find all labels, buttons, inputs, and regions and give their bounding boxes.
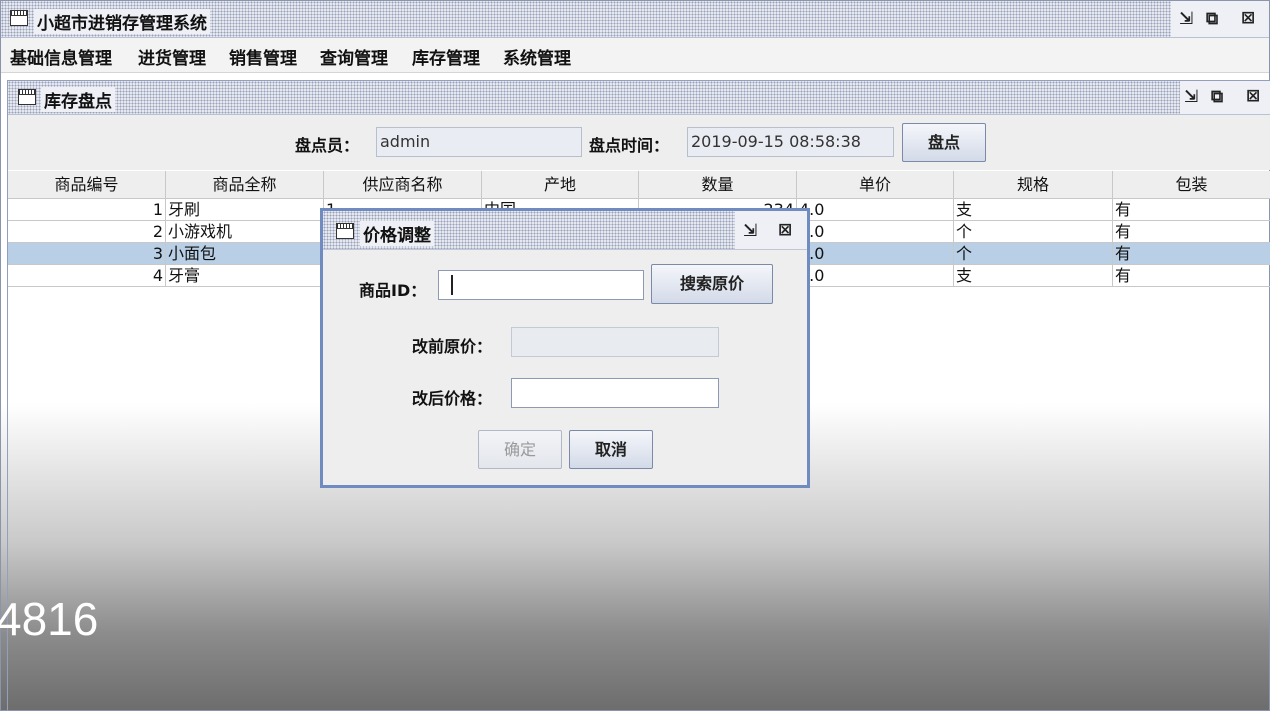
column-header[interactable]: 规格 — [954, 171, 1113, 199]
product-id-input[interactable] — [438, 270, 644, 300]
menu-system[interactable]: 系统管理 — [503, 44, 571, 69]
cell-price: 3.0 — [797, 221, 954, 243]
inventory-frame-title: 库存盘点 — [41, 87, 115, 112]
window-icon — [10, 10, 28, 26]
dialog-title: 价格调整 — [360, 221, 434, 246]
watermark-number: 4816 — [0, 593, 99, 645]
menu-basic-info[interactable]: 基础信息管理 — [10, 44, 112, 69]
window-title: 小超市进销存管理系统 — [34, 9, 210, 34]
cell-id: 2 — [8, 221, 166, 243]
frame-window-icon — [18, 89, 36, 105]
column-header[interactable]: 产地 — [482, 171, 639, 199]
old-price-label: 改前原价： — [412, 337, 493, 356]
product-id-label: 商品ID： — [359, 281, 427, 300]
check-time-field: 2019-09-15 08:58:38 — [687, 127, 894, 157]
cell-id: 4 — [8, 265, 166, 287]
cell-name: 小面包 — [166, 243, 324, 265]
frame-maximize-icon[interactable]: ⧉ — [1211, 87, 1223, 107]
check-button[interactable]: 盘点 — [902, 123, 986, 162]
cell-price: 3.0 — [797, 243, 954, 265]
ok-button[interactable]: 确定 — [478, 430, 562, 469]
cell-pack: 有 — [1113, 199, 1270, 221]
inventory-toolbar: 盘点员： admin 盘点时间： 2019-09-15 08:58:38 盘点 — [8, 115, 1270, 170]
frame-minimize-icon[interactable]: ⇲ — [1184, 87, 1198, 107]
cell-spec: 个 — [954, 243, 1113, 265]
checker-label: 盘点员： — [295, 136, 360, 155]
text-cursor — [451, 275, 453, 295]
cell-spec: 支 — [954, 199, 1113, 221]
column-header[interactable]: 商品编号 — [8, 171, 166, 199]
old-price-field — [511, 327, 719, 357]
cell-spec: 个 — [954, 221, 1113, 243]
column-header[interactable]: 包装 — [1113, 171, 1270, 199]
price-adjust-dialog: 价格调整 ⇲ ⊠ 商品ID： 搜索原价 改前原价： 改后价格： 确定 取消 — [320, 208, 810, 488]
menu-purchase[interactable]: 进货管理 — [138, 44, 206, 69]
column-header[interactable]: 单价 — [797, 171, 954, 199]
minimize-icon[interactable]: ⇲ — [1179, 9, 1193, 29]
cell-spec: 支 — [954, 265, 1113, 287]
column-header[interactable]: 商品全称 — [166, 171, 324, 199]
inventory-frame-title-bar[interactable]: 库存盘点 ⇲ ⧉ ⊠ — [8, 81, 1270, 115]
menu-sales[interactable]: 销售管理 — [229, 44, 297, 69]
new-price-label: 改后价格： — [412, 389, 493, 408]
cancel-button[interactable]: 取消 — [569, 430, 653, 469]
cell-price: 2.0 — [797, 265, 954, 287]
new-price-input[interactable] — [511, 378, 719, 408]
cell-pack: 有 — [1113, 221, 1270, 243]
search-original-price-button[interactable]: 搜索原价 — [651, 264, 773, 304]
cell-name: 小游戏机 — [166, 221, 324, 243]
column-header[interactable]: 数量 — [639, 171, 797, 199]
dialog-close-icon[interactable]: ⊠ — [778, 220, 792, 240]
close-icon[interactable]: ⊠ — [1241, 8, 1255, 28]
dialog-window-icon — [336, 223, 354, 239]
dialog-minimize-icon[interactable]: ⇲ — [743, 221, 757, 241]
cell-pack: 有 — [1113, 243, 1270, 265]
frame-close-icon[interactable]: ⊠ — [1246, 86, 1260, 106]
dialog-title-bar[interactable]: 价格调整 ⇲ ⊠ — [323, 211, 807, 250]
menu-inventory[interactable]: 库存管理 — [412, 44, 480, 69]
cell-pack: 有 — [1113, 265, 1270, 287]
maximize-icon[interactable]: ⧉ — [1206, 9, 1218, 29]
menu-bar: 基础信息管理 进货管理 销售管理 查询管理 库存管理 系统管理 — [1, 38, 1269, 73]
cell-name: 牙刷 — [166, 199, 324, 221]
checker-field: admin — [376, 127, 582, 157]
menu-query[interactable]: 查询管理 — [320, 44, 388, 69]
cell-id: 3 — [8, 243, 166, 265]
cell-price: 4.0 — [797, 199, 954, 221]
cell-name: 牙膏 — [166, 265, 324, 287]
column-header[interactable]: 供应商名称 — [324, 171, 482, 199]
main-title-bar[interactable]: 小超市进销存管理系统 ⇲ ⧉ ⊠ — [1, 1, 1269, 38]
check-time-label: 盘点时间： — [589, 136, 670, 155]
cell-id: 1 — [8, 199, 166, 221]
